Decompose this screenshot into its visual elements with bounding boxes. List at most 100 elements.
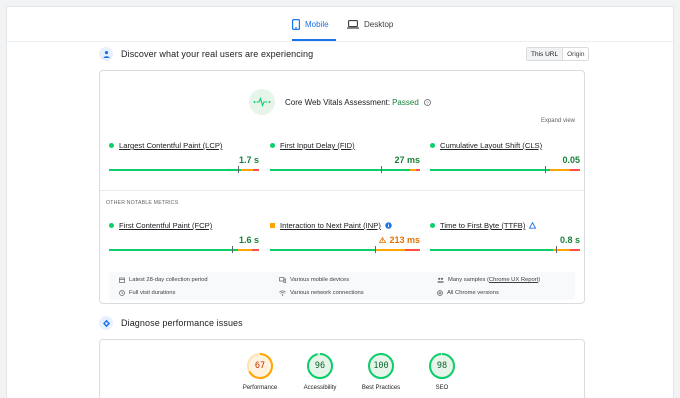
metric-lcp-distribution	[109, 169, 259, 171]
info-icon[interactable]	[385, 222, 392, 229]
good-status-dot	[430, 143, 435, 148]
needs-improvement-square	[270, 223, 275, 228]
metrics-divider	[100, 190, 584, 191]
metric-inp: Interaction to Next Paint (INP) 213 ms	[270, 221, 420, 261]
other-metrics-heading: OTHER NOTABLE METRICS	[106, 200, 179, 206]
info-devices: Various mobile devices	[279, 277, 349, 283]
metric-lcp-marker	[238, 166, 239, 173]
info-samples-suffix: )	[538, 277, 541, 283]
metric-ttfb-label[interactable]: Time to First Byte (TTFB)	[440, 221, 525, 230]
lighthouse-scores-card: 67 Performance 96 Accessibility 100 Best…	[99, 339, 585, 398]
core-web-vitals-card: Core Web Vitals Assessment: Passed ? Exp…	[99, 70, 585, 304]
expand-view-link[interactable]: Expand view	[541, 118, 575, 124]
smartphone-icon	[292, 18, 300, 30]
info-samples: Many samples (Chrome UX Report)	[437, 277, 540, 283]
group-icon	[437, 277, 444, 283]
tab-desktop[interactable]: Desktop	[347, 7, 397, 41]
diagnose-header: Diagnose performance issues	[99, 316, 243, 330]
score-performance[interactable]: 67 Performance	[230, 352, 290, 391]
tab-mobile-label: Mobile	[305, 19, 329, 29]
info-devices-text: Various mobile devices	[290, 277, 350, 283]
metric-fid-value: 27 ms	[394, 155, 420, 165]
best-practices-gauge: 100	[367, 352, 395, 380]
accessibility-gauge: 96	[306, 352, 334, 380]
metric-inp-marker	[375, 246, 376, 253]
best-practices-score: 100	[373, 361, 389, 371]
vitals-pulse-icon	[249, 89, 275, 115]
laptop-icon	[347, 19, 359, 29]
warning-triangle-icon	[379, 237, 387, 243]
svg-text:?: ?	[426, 100, 429, 106]
metric-inp-label[interactable]: Interaction to Next Paint (INP)	[280, 221, 381, 230]
metric-ttfb: Time to First Byte (TTFB) 0.8 s	[430, 221, 580, 261]
good-status-dot	[109, 143, 114, 148]
metric-fcp-value: 1.6 s	[238, 235, 259, 245]
metric-ttfb-marker	[556, 246, 557, 253]
timer-icon	[119, 290, 125, 296]
metric-lcp: Largest Contentful Paint (LCP) 1.7 s	[109, 141, 259, 181]
wifi-icon	[279, 290, 286, 296]
accessibility-score: 96	[314, 361, 326, 371]
seo-gauge: 98	[428, 352, 456, 380]
info-period-text: Latest 28-day collection period	[129, 277, 208, 283]
good-status-dot	[270, 143, 275, 148]
performance-gauge: 67	[246, 352, 274, 380]
metric-cls: Cumulative Layout Shift (CLS) 0.05	[430, 141, 580, 181]
info-versions-text: All Chrome versions	[447, 290, 499, 296]
discover-header: Discover what your real users are experi…	[99, 47, 313, 61]
this-url-toggle[interactable]: This URL	[527, 48, 564, 60]
metric-inp-distribution	[270, 249, 420, 251]
metric-cls-label[interactable]: Cumulative Layout Shift (CLS)	[440, 141, 542, 150]
chrome-icon	[437, 290, 443, 296]
metric-fcp: First Contentful Paint (FCP) 1.6 s	[109, 221, 259, 261]
url-origin-toggle: This URL Origin	[526, 47, 590, 61]
metric-inp-value-wrap: 213 ms	[379, 235, 420, 245]
metric-fid-marker	[381, 166, 382, 173]
info-period: Latest 28-day collection period	[119, 277, 208, 283]
metric-lcp-value: 1.7 s	[238, 155, 259, 165]
metric-ttfb-value: 0.8 s	[559, 235, 580, 245]
performance-score: 67	[254, 361, 266, 371]
score-best-practices[interactable]: 100 Best Practices	[351, 352, 411, 391]
tab-mobile[interactable]: Mobile	[292, 7, 336, 41]
good-status-dot	[430, 223, 435, 228]
metric-cls-distribution	[430, 169, 580, 171]
info-durations: Full visit durations	[119, 290, 175, 296]
metric-fid-distribution	[270, 169, 420, 171]
metric-cls-value: 0.05	[562, 155, 580, 165]
metric-fcp-distribution	[109, 249, 259, 251]
performance-label: Performance	[242, 385, 278, 391]
info-connections: Various network connections	[279, 290, 364, 296]
seo-score: 98	[436, 361, 448, 371]
origin-toggle[interactable]: Origin	[563, 48, 588, 60]
tabs-divider	[7, 41, 673, 42]
score-accessibility[interactable]: 96 Accessibility	[290, 352, 350, 391]
assessment-label: Core Web Vitals Assessment:	[285, 97, 391, 107]
info-durations-text: Full visit durations	[129, 290, 176, 296]
data-info-panel: Latest 28-day collection period Various …	[109, 272, 575, 300]
metric-lcp-label[interactable]: Largest Contentful Paint (LCP)	[119, 141, 222, 150]
info-samples-prefix: Many samples (	[448, 277, 489, 283]
page: Mobile Desktop Discover what your real u…	[6, 6, 674, 398]
experimental-icon[interactable]	[529, 222, 537, 229]
metric-fid-label[interactable]: First Input Delay (FID)	[280, 141, 355, 150]
assessment-status: Passed	[392, 97, 419, 107]
chrome-ux-report-link[interactable]: Chrome UX Report	[489, 277, 538, 283]
discover-title: Discover what your real users are experi…	[121, 49, 314, 59]
cwv-assessment: Core Web Vitals Assessment: Passed ?	[249, 89, 431, 115]
tab-desktop-label: Desktop	[364, 19, 394, 29]
diagnose-title: Diagnose performance issues	[121, 318, 243, 328]
metric-fcp-marker	[232, 246, 233, 253]
people-icon	[99, 47, 113, 61]
metric-ttfb-distribution	[430, 249, 580, 251]
metric-fid: First Input Delay (FID) 27 ms	[270, 141, 420, 181]
devices-icon	[279, 277, 286, 283]
metric-fcp-label[interactable]: First Contentful Paint (FCP)	[119, 221, 212, 230]
metric-cls-marker	[545, 166, 546, 173]
score-seo[interactable]: 98 SEO	[412, 352, 472, 391]
help-icon[interactable]: ?	[423, 98, 431, 106]
lighthouse-icon	[99, 316, 113, 330]
info-versions: All Chrome versions	[437, 290, 499, 296]
best-practices-label: Best Practices	[361, 385, 401, 391]
calendar-icon	[119, 277, 125, 283]
